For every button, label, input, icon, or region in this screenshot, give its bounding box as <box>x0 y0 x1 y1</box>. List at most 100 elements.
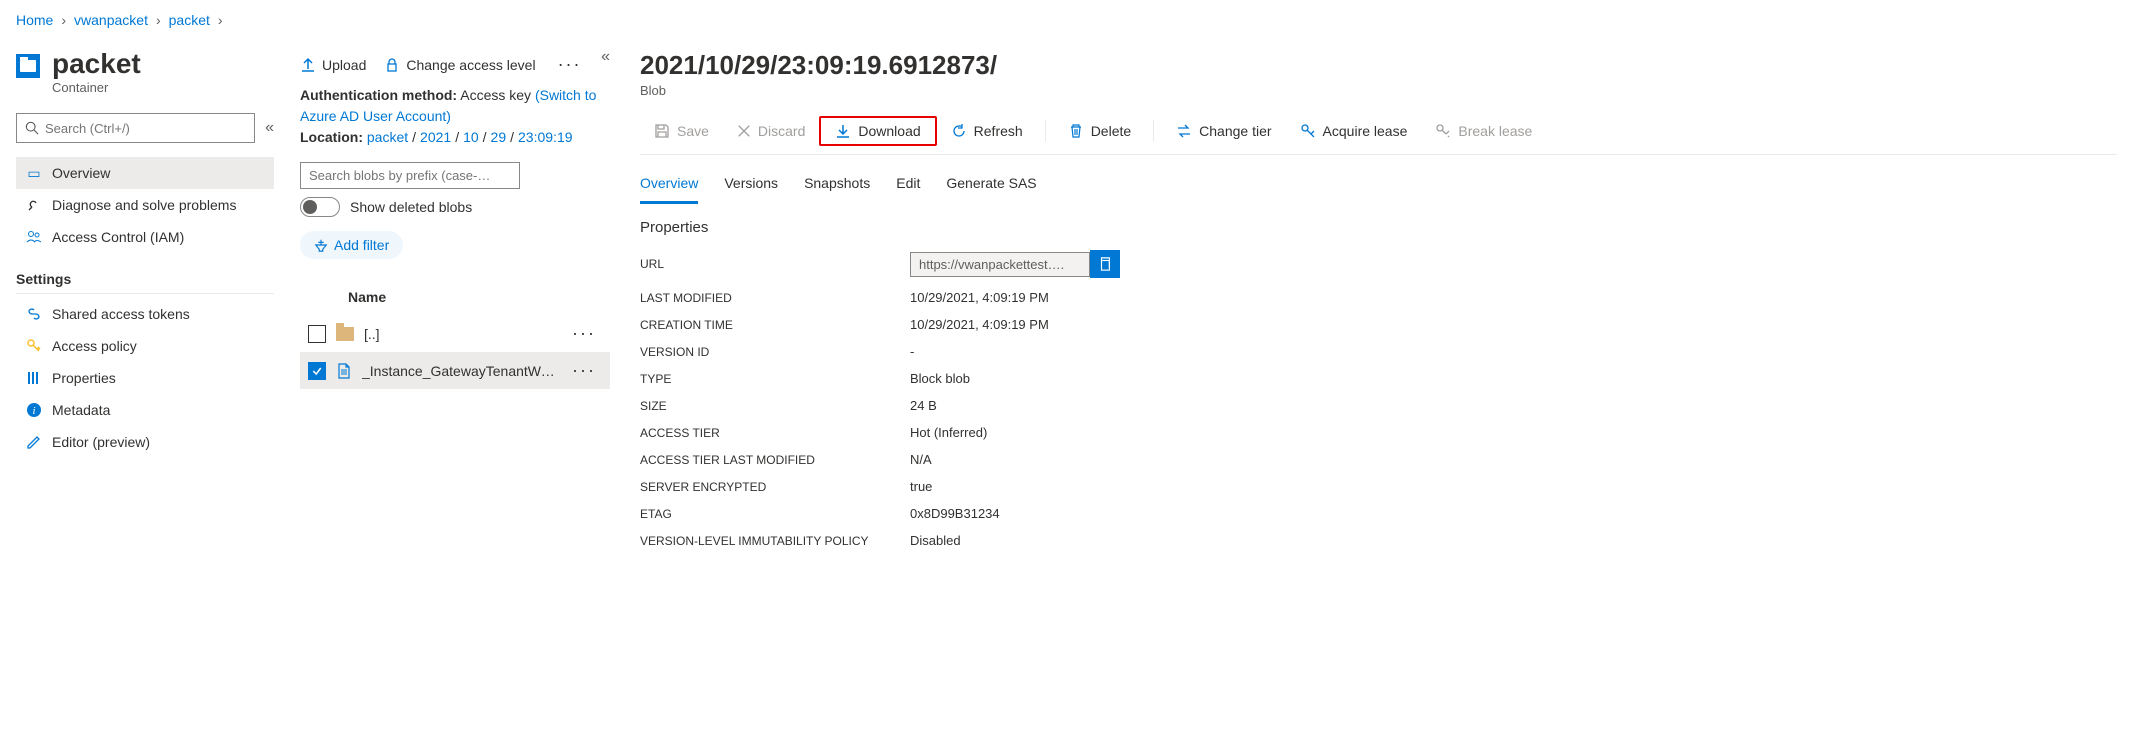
nav-access-policy[interactable]: Access policy <box>16 330 274 362</box>
loc-part[interactable]: 10 <box>463 129 479 145</box>
tabs: Overview Versions Snapshots Edit Generat… <box>640 155 2117 205</box>
overview-icon: ▭ <box>26 165 42 181</box>
tab-overview[interactable]: Overview <box>640 169 698 204</box>
upload-button[interactable]: Upload <box>300 57 366 73</box>
property-value: 10/29/2021, 4:09:19 PM <box>910 317 2117 332</box>
close-icon <box>737 124 751 138</box>
collapse-left-icon[interactable]: « <box>265 119 274 137</box>
tab-versions[interactable]: Versions <box>724 169 778 204</box>
property-key: TYPE <box>640 372 910 386</box>
break-lease-button: Break lease <box>1421 118 1546 144</box>
chevron-right-icon: › <box>61 12 66 28</box>
property-value: 24 B <box>910 398 2117 413</box>
upload-icon <box>300 57 316 73</box>
folder-icon <box>336 327 354 341</box>
url-input[interactable] <box>910 252 1090 277</box>
settings-header: Settings <box>16 271 274 291</box>
change-access-button[interactable]: Change access level <box>384 57 535 73</box>
chevron-right-icon: › <box>218 12 223 28</box>
container-icon <box>16 54 40 78</box>
download-button[interactable]: Download <box>819 116 936 146</box>
table-row[interactable]: [..] ··· <box>300 315 610 352</box>
auth-method-value: Access key <box>460 87 531 103</box>
breadcrumb-item[interactable]: vwanpacket <box>74 12 148 28</box>
property-key: VERSION ID <box>640 345 910 359</box>
property-value: Hot (Inferred) <box>910 425 2117 440</box>
property-value: true <box>910 479 2117 494</box>
tab-snapshots[interactable]: Snapshots <box>804 169 870 204</box>
row-more-button[interactable]: ··· <box>566 323 602 344</box>
property-value: Disabled <box>910 533 2117 548</box>
property-value: 0x8D99B31234 <box>910 506 2117 521</box>
save-icon <box>654 123 670 139</box>
property-key: SERVER ENCRYPTED <box>640 480 910 494</box>
loc-part[interactable]: 2021 <box>420 129 451 145</box>
property-value: 10/29/2021, 4:09:19 PM <box>910 290 2117 305</box>
property-row: LAST MODIFIED10/29/2021, 4:09:19 PM <box>640 284 2117 311</box>
tab-edit[interactable]: Edit <box>896 169 920 204</box>
info-icon: i <box>26 402 42 418</box>
property-row: URL <box>640 244 2117 284</box>
delete-button[interactable]: Delete <box>1054 118 1145 144</box>
table-header: Name <box>300 279 610 315</box>
blob-title: 2021/10/29/23:09:19.6912873/ <box>640 40 2117 83</box>
more-button[interactable]: ··· <box>554 54 586 75</box>
break-lease-icon <box>1435 123 1451 139</box>
property-value: Block blob <box>910 371 2117 386</box>
collapse-right-icon[interactable]: « <box>601 48 610 66</box>
acquire-lease-button[interactable]: Acquire lease <box>1286 118 1422 144</box>
property-row: VERSION-LEVEL IMMUTABILITY POLICYDisable… <box>640 527 2117 554</box>
row-checkbox[interactable] <box>308 325 326 343</box>
loc-part[interactable]: packet <box>367 129 408 145</box>
toolbar-divider <box>1153 120 1154 142</box>
show-deleted-toggle[interactable] <box>300 197 340 217</box>
svg-text:i: i <box>32 405 35 417</box>
add-filter-button[interactable]: Add filter <box>300 231 403 259</box>
page-title: packet <box>52 48 141 80</box>
table-row[interactable]: _Instance_GatewayTenantWor… ··· <box>300 352 610 389</box>
nav-shared-tokens[interactable]: Shared access tokens <box>16 298 274 330</box>
row-checkbox[interactable] <box>308 362 326 380</box>
property-row: CREATION TIME10/29/2021, 4:09:19 PM <box>640 311 2117 338</box>
save-button: Save <box>640 118 723 144</box>
blob-search-input[interactable] <box>300 162 520 189</box>
nav-diagnose[interactable]: Diagnose and solve problems <box>16 189 274 221</box>
nav-editor[interactable]: Editor (preview) <box>16 426 274 458</box>
property-value: - <box>910 344 2117 359</box>
property-row: SERVER ENCRYPTEDtrue <box>640 473 2117 500</box>
property-key: URL <box>640 257 910 271</box>
loc-part[interactable]: 29 <box>491 129 507 145</box>
nav-iam[interactable]: Access Control (IAM) <box>16 221 274 253</box>
tab-generate-sas[interactable]: Generate SAS <box>946 169 1036 204</box>
property-value <box>910 250 2117 278</box>
loc-part[interactable]: 23:09:19 <box>518 129 573 145</box>
location-label: Location: <box>300 129 363 145</box>
property-key: ACCESS TIER <box>640 426 910 440</box>
property-key: LAST MODIFIED <box>640 291 910 305</box>
property-row: TYPEBlock blob <box>640 365 2117 392</box>
page-subtitle: Container <box>52 80 141 95</box>
property-key: ETAG <box>640 507 910 521</box>
link-icon <box>26 306 42 322</box>
refresh-button[interactable]: Refresh <box>937 118 1037 144</box>
filter-icon <box>314 238 328 252</box>
key-icon <box>26 338 42 354</box>
nav-overview[interactable]: ▭ Overview <box>16 157 274 189</box>
search-input[interactable] <box>16 113 255 143</box>
nav-properties[interactable]: Properties <box>16 362 274 394</box>
download-icon <box>835 123 851 139</box>
copy-button[interactable] <box>1090 250 1120 278</box>
blob-subtitle: Blob <box>640 83 2117 98</box>
search-icon <box>25 121 39 135</box>
properties-icon <box>26 370 42 386</box>
lock-icon <box>384 57 400 73</box>
breadcrumb-item[interactable]: packet <box>169 12 210 28</box>
property-row: ACCESS TIER LAST MODIFIEDN/A <box>640 446 2117 473</box>
change-tier-button[interactable]: Change tier <box>1162 118 1285 144</box>
breadcrumb-item[interactable]: Home <box>16 12 53 28</box>
nav-metadata[interactable]: i Metadata <box>16 394 274 426</box>
row-more-button[interactable]: ··· <box>566 360 602 381</box>
breadcrumb: Home › vwanpacket › packet › <box>0 0 2137 40</box>
search-field[interactable] <box>45 121 246 136</box>
properties-header: Properties <box>640 205 2117 244</box>
